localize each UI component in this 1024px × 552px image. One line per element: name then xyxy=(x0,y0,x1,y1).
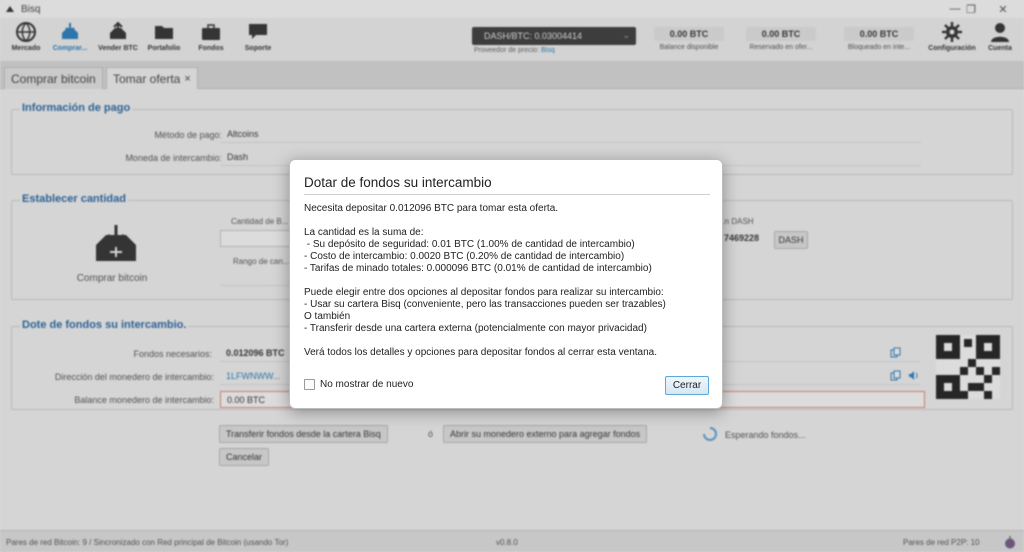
dialog-trade-fee: - Costo de intercambio: 0.0020 BTC (0.20… xyxy=(304,251,625,262)
dialog-sum-heading: La cantidad es la suma de: xyxy=(304,227,424,238)
dialog-deposit-text: Necesita depositar 0.012096 BTC para tom… xyxy=(304,203,559,214)
dialog-security-deposit: - Su depósito de seguridad: 0.01 BTC (1.… xyxy=(304,239,635,250)
dialog-mining-fee: - Tarifas de minado totales: 0.000096 BT… xyxy=(304,263,652,274)
dont-show-again-label: No mostrar de nuevo xyxy=(320,379,414,390)
dialog-options-heading: Puede elegir entre dos opciones al depos… xyxy=(304,287,664,298)
dialog-details-note: Verá todos los detalles y opciones para … xyxy=(304,347,657,358)
dialog-divider xyxy=(304,194,710,195)
dialog-option-external: - Transferir desde una cartera externa (… xyxy=(304,323,647,334)
checkbox-box[interactable] xyxy=(304,379,315,390)
dialog-option-bisq: - Usar su cartera Bisq (conveniente, per… xyxy=(304,299,666,310)
dialog-title: Dotar de fondos su intercambio xyxy=(304,175,492,190)
funding-info-dialog: Dotar de fondos su intercambio Necesita … xyxy=(289,159,723,409)
dialog-or-text: O también xyxy=(304,311,351,322)
close-dialog-button[interactable]: Cerrar xyxy=(665,376,709,395)
dont-show-again-checkbox[interactable]: No mostrar de nuevo xyxy=(304,379,413,390)
